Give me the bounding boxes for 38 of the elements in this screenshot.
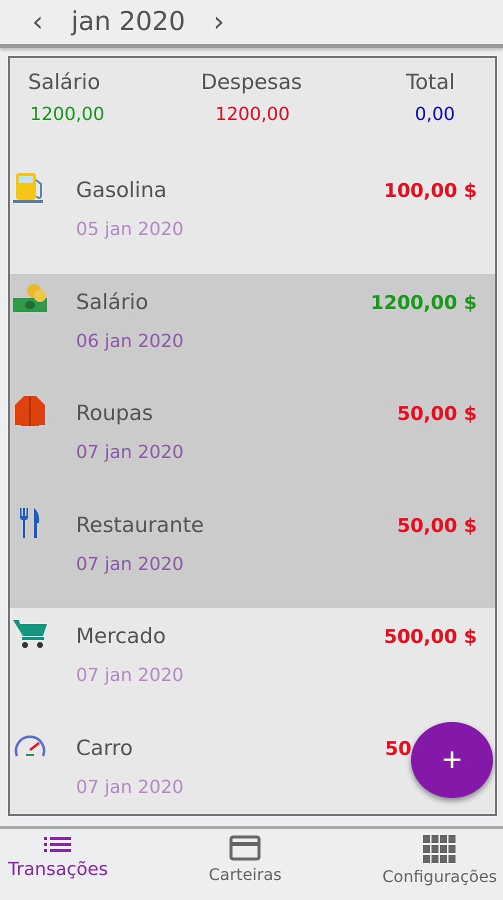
transaction-amount: 100,00 $ [384,179,477,202]
transaction-name: Salário [76,290,150,314]
transaction-date: 07 jan 2020 [76,442,185,463]
transaction-name: Roupas [76,401,154,425]
nav-tab[interactable]: Carteiras [208,829,282,897]
nav-tab[interactable]: Configurações [382,829,497,897]
transaction-date: 07 jan 2020 [76,554,185,574]
selected-row-background[interactable]: Restaurante 07 jan 2020 50,00 $ [10,496,495,608]
summary-value: 1200,00 [214,104,290,125]
transaction-name: Restaurante [76,512,205,536]
transaction-date: 07 jan 2020 [76,665,185,686]
transaction-name: Carro [76,736,134,760]
transaction-date: 06 jan 2020 [76,330,185,352]
transaction-name: Mercado [76,624,167,648]
summary-label: Total [406,70,455,94]
list-icon [42,835,73,855]
selected-row-background[interactable]: Roupas 07 jan 2020 50,00 $ [10,385,495,496]
summary-value: 0,00 [414,104,455,125]
month-title: jan 2020 [71,7,186,37]
transaction-name: Gasolina [76,178,168,202]
grid-icon [422,835,457,863]
transaction-amount: 1200,00 $ [370,290,477,314]
selected-row-background[interactable]: Salário 06 jan 2020 1200,00 $ [10,274,495,385]
previous-month-button[interactable]: ‹ [30,7,46,37]
next-month-button[interactable]: › [211,7,226,37]
nav-tab[interactable]: Transações [8,829,108,897]
jacket-icon [12,393,48,429]
transaction-date: 07 jan 2020 [76,776,185,798]
transaction-amount: 50,00 $ [397,514,477,536]
card-icon [229,835,262,861]
transaction-amount: 50 [385,736,412,760]
transaction-amount: 500,00 $ [384,625,477,648]
transaction-amount: 50,00 $ [397,402,477,425]
summary-label: Salário [28,70,102,94]
summary-value: 1200,00 [29,104,106,125]
add-button[interactable]: + [411,722,493,798]
transaction-date: 05 jan 2020 [76,219,185,240]
summary-label: Despesas [200,70,302,94]
